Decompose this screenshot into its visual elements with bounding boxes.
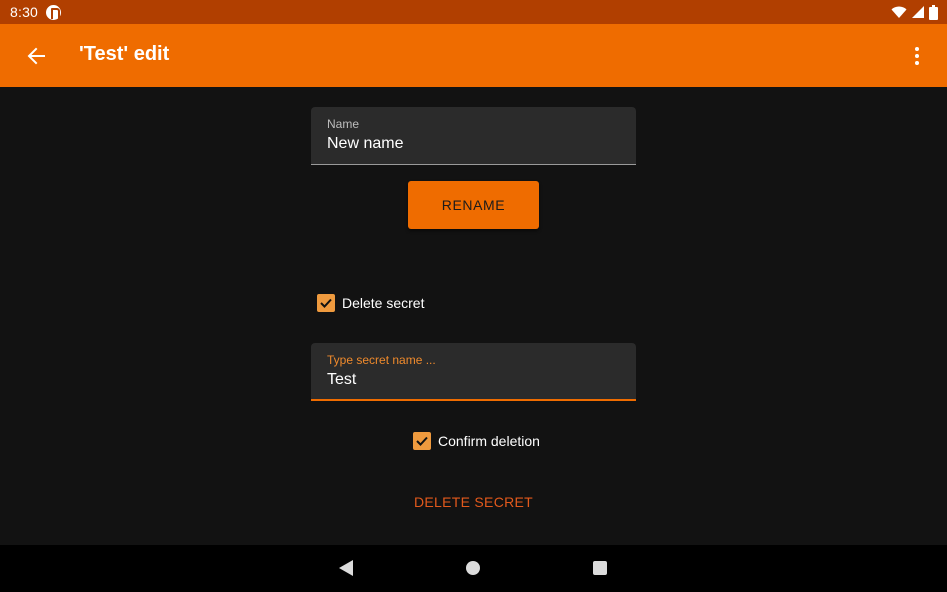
confirm-deletion-checkbox[interactable]: Confirm deletion (413, 432, 540, 450)
delete-secret-button[interactable]: DELETE SECRET (410, 488, 537, 516)
battery-icon (929, 4, 938, 20)
checkbox-checked-icon[interactable] (317, 294, 335, 312)
secret-name-field-value[interactable]: Test (327, 371, 356, 389)
status-time: 8:30 (10, 4, 39, 20)
more-options-button[interactable] (901, 38, 933, 74)
nav-home-icon[interactable] (466, 561, 480, 575)
secret-name-field-label: Type secret name ... (327, 353, 436, 367)
name-field-label: Name (327, 117, 360, 131)
status-bar: 8:30 (0, 0, 947, 24)
name-field-value[interactable]: New name (327, 135, 403, 153)
rename-button[interactable]: RENAME (408, 181, 539, 229)
confirm-deletion-label: Confirm deletion (438, 433, 540, 449)
arrow-back-icon (27, 47, 45, 65)
navigation-bar (0, 545, 947, 592)
more-vert-icon (915, 47, 919, 65)
nav-recents-icon[interactable] (593, 561, 607, 575)
page-title: 'Test' edit (79, 43, 170, 65)
wifi-icon (891, 6, 907, 18)
nav-back-icon[interactable] (337, 559, 355, 577)
secret-name-field[interactable]: Type secret name ... Test (311, 343, 636, 401)
name-field[interactable]: Name New name (311, 107, 636, 165)
status-icons (891, 4, 938, 20)
app-bar: 'Test' edit (0, 24, 947, 87)
delete-secret-label: Delete secret (342, 295, 425, 311)
app-notification-icon (46, 4, 62, 20)
back-button[interactable] (18, 38, 54, 74)
signal-icon (912, 6, 924, 18)
checkbox-checked-icon[interactable] (413, 432, 431, 450)
delete-secret-checkbox[interactable]: Delete secret (317, 294, 424, 312)
